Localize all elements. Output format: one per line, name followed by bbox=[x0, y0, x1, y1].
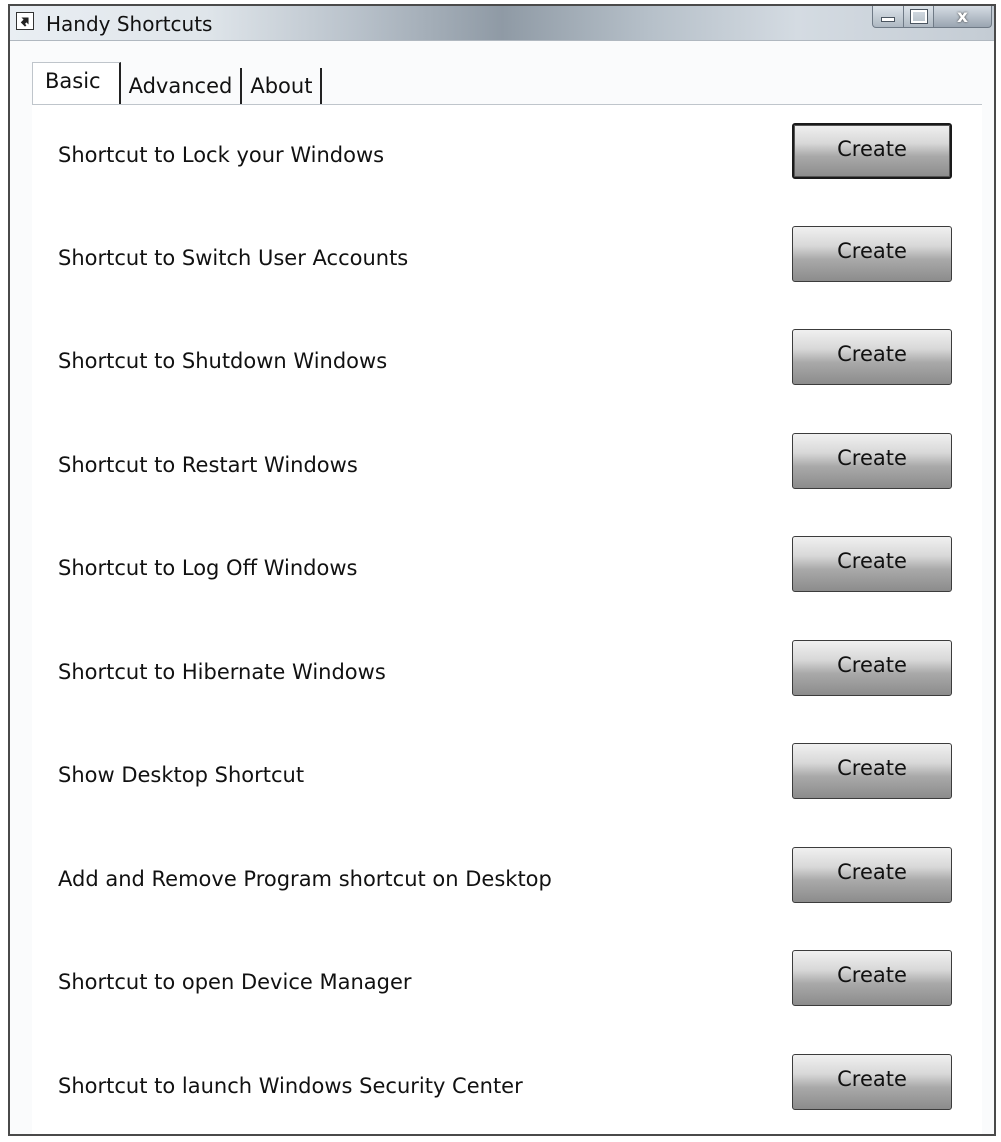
shortcut-arrow-icon[interactable] bbox=[16, 12, 34, 30]
window-controls: x bbox=[872, 6, 992, 30]
create-lock-shortcut-button[interactable]: Create bbox=[792, 123, 952, 179]
create-security-center-shortcut-button[interactable]: Create bbox=[792, 1054, 952, 1110]
create-device-manager-shortcut-button[interactable]: Create bbox=[792, 950, 952, 1006]
tab-strip: Basic Advanced About bbox=[32, 62, 323, 104]
shortcut-label-show-desktop: Show Desktop Shortcut bbox=[58, 763, 305, 787]
shortcut-label-security-center: Shortcut to launch Windows Security Cent… bbox=[58, 1074, 523, 1098]
create-switch-user-shortcut-button[interactable]: Create bbox=[792, 226, 952, 282]
tab-basic[interactable]: Basic bbox=[32, 62, 121, 104]
close-button[interactable]: x bbox=[934, 6, 992, 28]
create-show-desktop-shortcut-button[interactable]: Create bbox=[792, 743, 952, 799]
app-window: Handy Shortcuts x Basic Advanced About S… bbox=[8, 4, 996, 1136]
tab-label: About bbox=[250, 74, 313, 98]
create-add-remove-programs-shortcut-button[interactable]: Create bbox=[792, 847, 952, 903]
maximize-icon bbox=[909, 9, 928, 24]
shortcut-label-hibernate: Shortcut to Hibernate Windows bbox=[58, 660, 386, 684]
shortcut-label-shutdown: Shortcut to Shutdown Windows bbox=[58, 349, 388, 373]
shortcut-label-lock: Shortcut to Lock your Windows bbox=[58, 143, 385, 167]
create-shutdown-shortcut-button[interactable]: Create bbox=[792, 329, 952, 385]
tab-label: Basic bbox=[45, 68, 101, 93]
create-log-off-shortcut-button[interactable]: Create bbox=[792, 536, 952, 592]
maximize-button[interactable] bbox=[904, 6, 934, 28]
close-icon: x bbox=[957, 6, 968, 27]
tab-label: Advanced bbox=[128, 74, 233, 98]
create-restart-shortcut-button[interactable]: Create bbox=[792, 433, 952, 489]
shortcut-label-add-remove-programs: Add and Remove Program shortcut on Deskt… bbox=[58, 867, 552, 891]
shortcut-label-log-off: Shortcut to Log Off Windows bbox=[58, 556, 358, 580]
window-title: Handy Shortcuts bbox=[46, 12, 213, 36]
shortcut-label-switch-user: Shortcut to Switch User Accounts bbox=[58, 246, 409, 270]
tab-about[interactable]: About bbox=[242, 68, 323, 104]
shortcut-label-restart: Shortcut to Restart Windows bbox=[58, 453, 358, 477]
basic-tab-panel: Shortcut to Lock your Windows Create Sho… bbox=[32, 104, 982, 1134]
title-bar[interactable]: Handy Shortcuts x bbox=[10, 6, 994, 41]
minimize-icon bbox=[881, 17, 895, 22]
create-hibernate-shortcut-button[interactable]: Create bbox=[792, 640, 952, 696]
tab-advanced[interactable]: Advanced bbox=[121, 68, 243, 104]
minimize-button[interactable] bbox=[872, 6, 904, 28]
shortcut-label-device-manager: Shortcut to open Device Manager bbox=[58, 970, 412, 994]
